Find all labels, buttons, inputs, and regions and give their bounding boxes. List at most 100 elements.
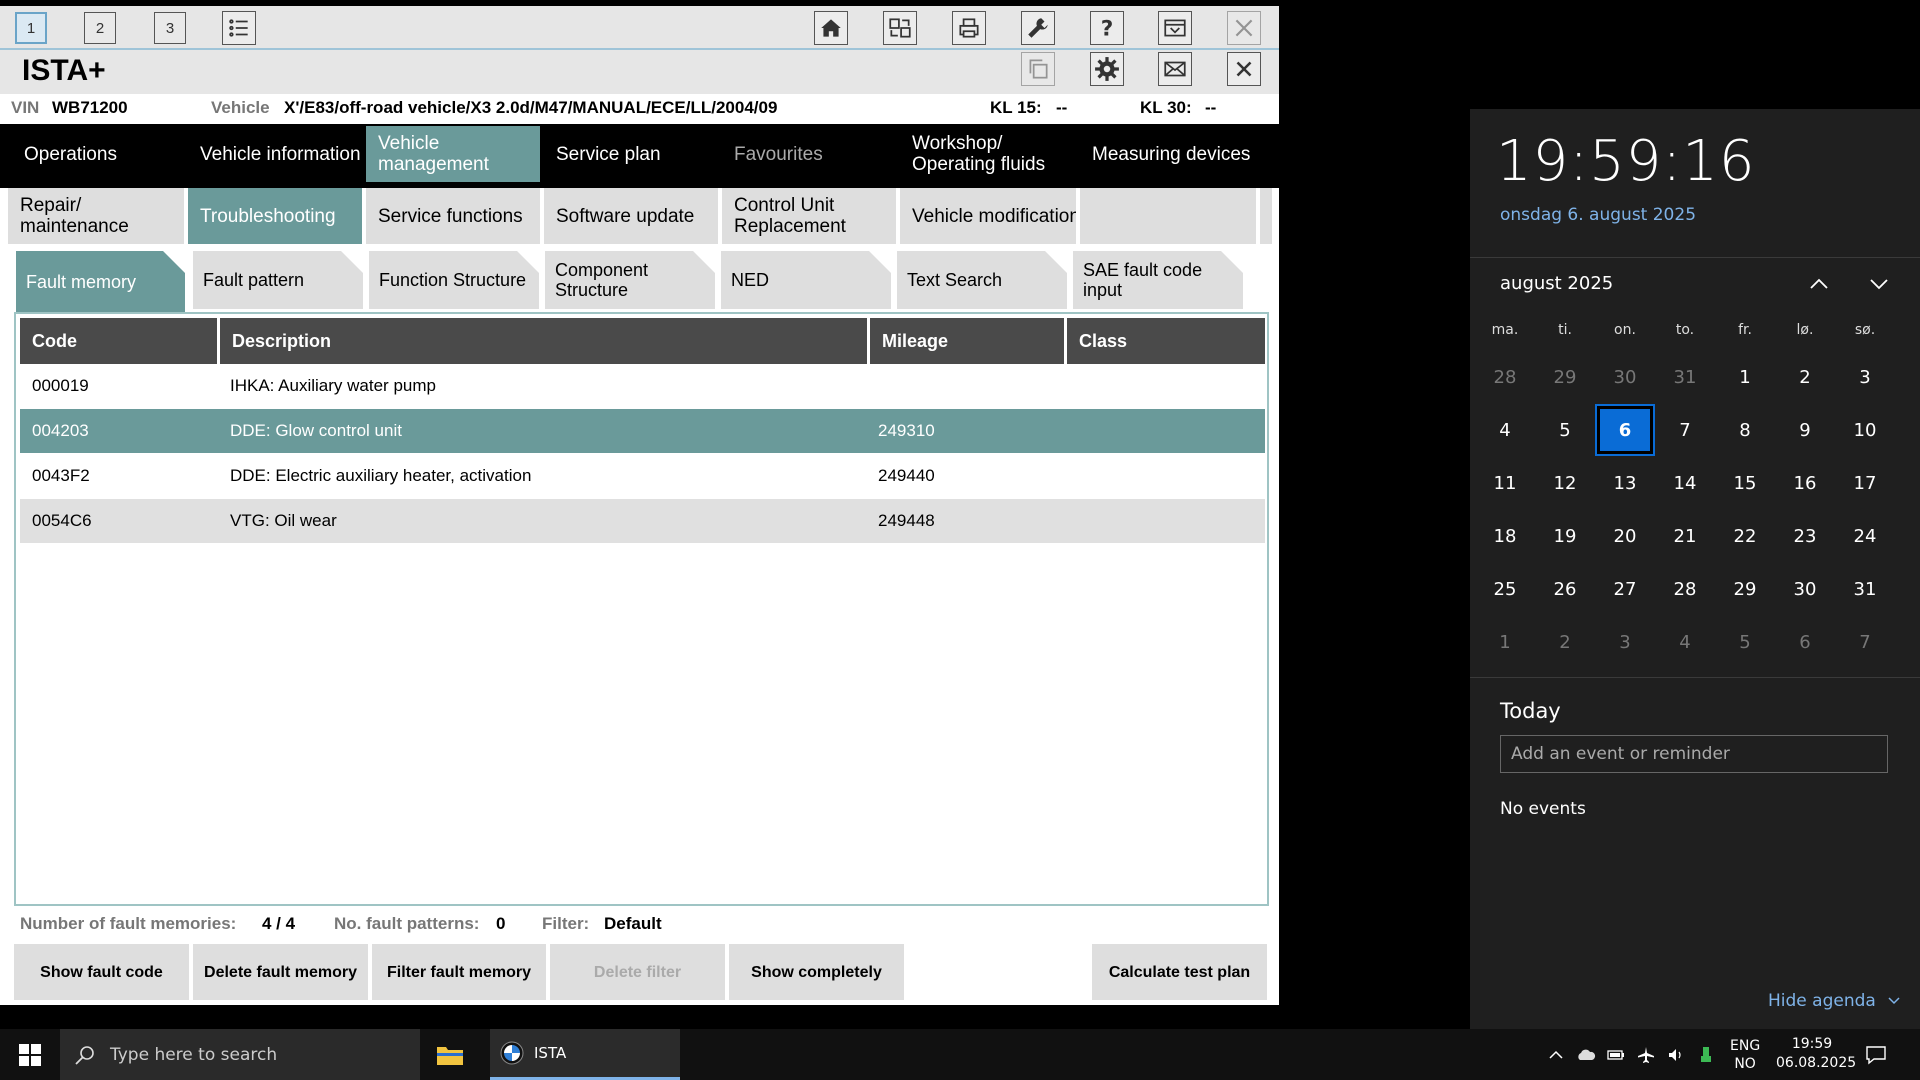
print-icon[interactable]	[952, 11, 986, 45]
table-row[interactable]: 0043F2 DDE: Electric auxiliary heater, a…	[20, 454, 1265, 498]
add-event-input[interactable]	[1500, 735, 1888, 773]
close-app-icon[interactable]	[1227, 11, 1261, 45]
tab-fault-pattern[interactable]: Fault pattern	[193, 251, 363, 309]
col-class[interactable]: Class	[1067, 318, 1265, 364]
subnav-repair-maintenance[interactable]: Repair/ maintenance	[8, 188, 184, 244]
show-completely-button[interactable]: Show completely	[729, 944, 904, 1000]
subnav-vehicle-modification[interactable]: Vehicle modification	[900, 188, 1076, 244]
calendar-day[interactable]: 27	[1597, 565, 1653, 613]
calendar-day[interactable]: 2	[1537, 618, 1593, 666]
col-description[interactable]: Description	[220, 318, 870, 364]
calendar-day[interactable]: 15	[1717, 459, 1773, 507]
calendar-day[interactable]: 3	[1837, 353, 1893, 401]
nav-vehicle-information[interactable]: Vehicle information	[188, 126, 362, 182]
calendar-day[interactable]: 4	[1477, 406, 1533, 454]
calendar-day[interactable]: 30	[1777, 565, 1833, 613]
minimize-window-icon[interactable]	[1158, 11, 1192, 45]
tab-text-search[interactable]: Text Search	[897, 251, 1067, 309]
window-tab-3[interactable]: 3	[154, 12, 186, 44]
onedrive-cloud-icon[interactable]	[1576, 1045, 1596, 1065]
home-icon[interactable]	[814, 11, 848, 45]
speaker-icon[interactable]	[1666, 1045, 1686, 1065]
nav-vehicle-management[interactable]: Vehicle management	[366, 126, 540, 182]
calendar-day[interactable]: 14	[1657, 459, 1713, 507]
calendar-day[interactable]: 1	[1477, 618, 1533, 666]
calendar-day[interactable]: 22	[1717, 512, 1773, 560]
window-tab-2[interactable]: 2	[84, 12, 116, 44]
nav-measuring-devices[interactable]: Measuring devices	[1080, 126, 1256, 182]
col-mileage[interactable]: Mileage	[870, 318, 1067, 364]
calendar-day[interactable]: 31	[1837, 565, 1893, 613]
calendar-day[interactable]: 7	[1837, 618, 1893, 666]
delete-filter-button[interactable]: Delete filter	[550, 944, 725, 1000]
calendar-day[interactable]: 21	[1657, 512, 1713, 560]
calendar-day[interactable]: 6	[1777, 618, 1833, 666]
chevron-up-icon[interactable]	[1804, 269, 1834, 299]
table-row-selected[interactable]: 004203 DDE: Glow control unit 249310	[20, 409, 1265, 453]
file-explorer-app[interactable]	[436, 1029, 472, 1080]
subnav-control-unit-replacement[interactable]: Control Unit Replacement	[722, 188, 896, 244]
windows-start-icon[interactable]	[18, 1043, 42, 1067]
calendar-day[interactable]: 4	[1657, 618, 1713, 666]
calendar-day[interactable]: 16	[1777, 459, 1833, 507]
help-icon[interactable]: ?	[1090, 11, 1124, 45]
table-row[interactable]: 000019 IHKA: Auxiliary water pump	[20, 364, 1265, 408]
subnav-software-update[interactable]: Software update	[544, 188, 718, 244]
copy-icon[interactable]	[1021, 52, 1055, 86]
input-language[interactable]: ENG NO	[1730, 1037, 1760, 1073]
delete-fault-memory-button[interactable]: Delete fault memory	[193, 944, 368, 1000]
tab-component-structure[interactable]: Component Structure	[545, 251, 715, 309]
calendar-day[interactable]: 29	[1537, 353, 1593, 401]
calendar-day[interactable]: 5	[1717, 618, 1773, 666]
tab-function-structure[interactable]: Function Structure	[369, 251, 539, 309]
chevron-down-icon[interactable]	[1864, 269, 1894, 299]
calendar-day[interactable]: 9	[1777, 406, 1833, 454]
calendar-day[interactable]: 20	[1597, 512, 1653, 560]
calendar-day[interactable]: 2	[1777, 353, 1833, 401]
calendar-day[interactable]: 24	[1837, 512, 1893, 560]
tab-sae-fault-code-input[interactable]: SAE fault code input	[1073, 251, 1243, 309]
nav-workshop-operating-fluids[interactable]: Workshop/ Operating fluids	[900, 126, 1076, 182]
calendar-day[interactable]: 1	[1717, 353, 1773, 401]
calendar-day[interactable]: 28	[1657, 565, 1713, 613]
notification-center-icon[interactable]	[1864, 1043, 1888, 1067]
calendar-day[interactable]: 7	[1657, 406, 1713, 454]
nav-favourites[interactable]: Favourites	[722, 126, 896, 182]
hide-agenda-link[interactable]: Hide agenda	[1768, 991, 1901, 1011]
mail-icon[interactable]	[1158, 52, 1192, 86]
calendar-day[interactable]: 3	[1597, 618, 1653, 666]
month-label[interactable]: august 2025	[1500, 273, 1613, 294]
calendar-day[interactable]: 19	[1537, 512, 1593, 560]
tab-ned[interactable]: NED	[721, 251, 891, 309]
table-row[interactable]: 0054C6 VTG: Oil wear 249448	[20, 499, 1265, 543]
calendar-day[interactable]: 26	[1537, 565, 1593, 613]
calendar-day[interactable]: 13	[1597, 459, 1653, 507]
calendar-day[interactable]: 31	[1657, 353, 1713, 401]
chevron-up-icon[interactable]	[1546, 1045, 1566, 1065]
calendar-day[interactable]: 17	[1837, 459, 1893, 507]
calendar-day[interactable]: 28	[1477, 353, 1533, 401]
calendar-day-today[interactable]: 6	[1595, 404, 1655, 456]
calendar-day[interactable]: 23	[1777, 512, 1833, 560]
airplane-mode-icon[interactable]	[1636, 1045, 1656, 1065]
calendar-day[interactable]: 10	[1837, 406, 1893, 454]
calendar-day[interactable]: 25	[1477, 565, 1533, 613]
calculate-test-plan-button[interactable]: Calculate test plan	[1092, 944, 1267, 1000]
subnav-service-functions[interactable]: Service functions	[366, 188, 540, 244]
list-icon[interactable]	[222, 11, 256, 45]
calendar-day[interactable]: 5	[1537, 406, 1593, 454]
wrench-icon[interactable]	[1021, 11, 1055, 45]
battery-icon[interactable]	[1606, 1045, 1626, 1065]
filter-fault-memory-button[interactable]: Filter fault memory	[372, 944, 546, 1000]
settings-gear-icon[interactable]	[1090, 52, 1124, 86]
usb-device-icon[interactable]	[1696, 1045, 1716, 1065]
subnav-troubleshooting[interactable]: Troubleshooting	[188, 188, 362, 244]
ista-taskbar-app[interactable]: ISTA	[490, 1029, 680, 1080]
col-code[interactable]: Code	[20, 318, 220, 364]
taskbar-clock[interactable]: 19:59 06.08.2025	[1776, 1035, 1856, 1073]
calendar-day[interactable]: 18	[1477, 512, 1533, 560]
close-session-icon[interactable]	[1227, 52, 1261, 86]
show-fault-code-button[interactable]: Show fault code	[14, 944, 189, 1000]
taskbar-search[interactable]: Type here to search	[60, 1029, 420, 1080]
long-date-link[interactable]: onsdag 6. august 2025	[1500, 205, 1696, 225]
